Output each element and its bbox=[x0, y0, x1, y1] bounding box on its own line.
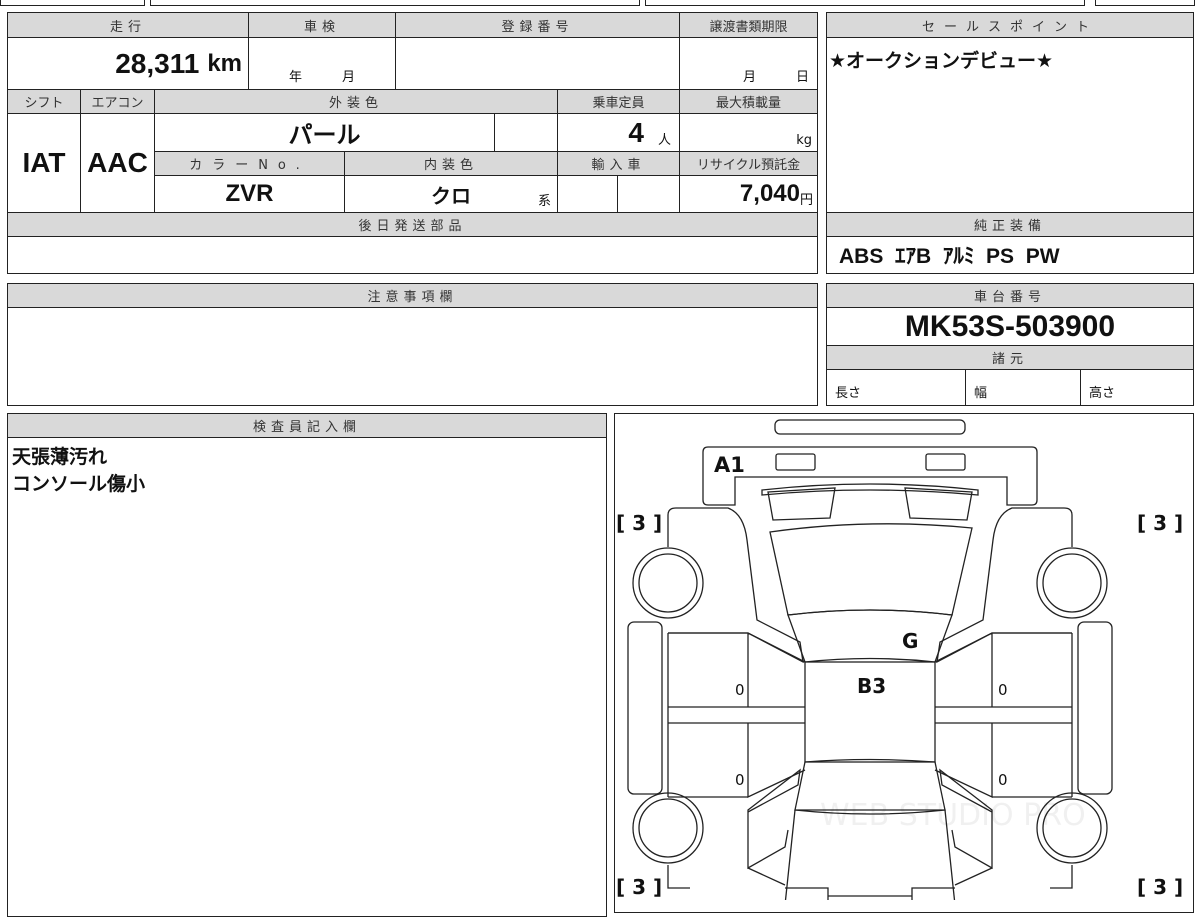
mark-door-fr: 0 bbox=[998, 681, 1008, 699]
chassis-label: 車台番号 bbox=[826, 283, 1194, 308]
tire-rr: [ 3 ] bbox=[1137, 875, 1183, 899]
interior-color-unit: 系 bbox=[537, 194, 551, 209]
recycle-number: 7,040 bbox=[739, 180, 800, 207]
transfer-deadline-label: 譲渡書類期限 bbox=[679, 12, 818, 38]
top-strip-cell bbox=[0, 0, 145, 6]
specs-label: 諸元 bbox=[826, 345, 1194, 370]
tire-rl: [ 3 ] bbox=[616, 875, 662, 899]
imported-value-a bbox=[557, 175, 618, 213]
recycle-value: 7,040 円 bbox=[679, 175, 818, 213]
spec-width: 幅 bbox=[965, 369, 1081, 406]
shift-value: IAT bbox=[7, 113, 81, 213]
sales-point-label: セールスポイント bbox=[826, 12, 1194, 38]
cowl-shape bbox=[761, 483, 979, 496]
headlight-right bbox=[925, 453, 966, 471]
color-no-value: ZVR bbox=[154, 175, 345, 213]
mark-roof-front: G bbox=[902, 629, 918, 653]
capacity-number: 4 bbox=[628, 116, 644, 148]
aircon-label: エアコン bbox=[80, 89, 155, 114]
roof-front-shape bbox=[787, 609, 953, 663]
car-diagram-svg: A1 G B3 0 0 0 0 [ 3 ] [ 3 ] [ 3 ] [ 3 ] … bbox=[616, 419, 1183, 900]
front-panel-shape bbox=[702, 446, 1038, 506]
top-strip-cell bbox=[645, 0, 1085, 6]
mark-door-rl: 0 bbox=[735, 771, 745, 789]
headlight-left bbox=[775, 453, 816, 471]
sales-point-value: ★オークションデビュー★ bbox=[826, 37, 1194, 213]
top-strip-cell bbox=[150, 0, 640, 6]
exterior-color-label: 外装色 bbox=[154, 89, 558, 114]
mark-front-bumper: A1 bbox=[714, 453, 745, 477]
exterior-color-value: パール bbox=[154, 113, 495, 152]
imported-value-b bbox=[617, 175, 680, 213]
mileage-unit: km bbox=[207, 49, 242, 77]
hood-shape bbox=[769, 523, 973, 616]
color-no-label: カラーNo. bbox=[154, 151, 345, 176]
recycle-unit: 円 bbox=[799, 193, 813, 208]
mark-door-rr: 0 bbox=[998, 771, 1008, 789]
watermark: WEB STUDIO PRO bbox=[820, 798, 1086, 833]
month-unit: 月 bbox=[342, 70, 356, 85]
year-unit: 年 bbox=[288, 70, 302, 85]
shift-label: シフト bbox=[7, 89, 81, 114]
capacity-unit: 人 bbox=[657, 133, 671, 148]
equipment-value: ABS ｴｱB ｱﾙﾐ PS PW bbox=[826, 236, 1194, 274]
interior-color-text: クロ bbox=[431, 185, 471, 208]
inspector-note-line: コンソール傷小 bbox=[12, 473, 146, 495]
damage-diagram: A1 G B3 0 0 0 0 [ 3 ] [ 3 ] [ 3 ] [ 3 ] … bbox=[614, 413, 1194, 913]
mileage-label: 走行 bbox=[7, 12, 249, 38]
later-parts-label: 後日発送部品 bbox=[7, 212, 818, 237]
max-load-label: 最大積載量 bbox=[679, 89, 818, 114]
day-unit: 日 bbox=[795, 70, 809, 85]
month-unit: 月 bbox=[742, 70, 756, 85]
spec-length: 長さ bbox=[826, 369, 966, 406]
registration-label: 登録番号 bbox=[395, 12, 680, 38]
max-load-unit: kg bbox=[796, 133, 812, 148]
registration-value bbox=[395, 37, 680, 90]
inspection-value: 年 月 bbox=[248, 37, 396, 90]
inspector-notes: 天張薄汚れ コンソール傷小 bbox=[7, 437, 607, 917]
mileage-number: 28,311 bbox=[115, 47, 200, 79]
chassis-value: MK53S-503900 bbox=[826, 307, 1194, 346]
recycle-label: リサイクル預託金 bbox=[679, 151, 818, 176]
capacity-value: 4 人 bbox=[557, 113, 680, 152]
transfer-deadline-value: 月 日 bbox=[679, 37, 818, 90]
aircon-value: AAC bbox=[80, 113, 155, 213]
inspector-note-line: 天張薄汚れ bbox=[12, 446, 108, 468]
top-strip-cell bbox=[1095, 0, 1195, 6]
max-load-value: kg bbox=[679, 113, 818, 152]
inspector-label: 検査員記入欄 bbox=[7, 413, 607, 438]
mark-door-fl: 0 bbox=[735, 681, 745, 699]
capacity-label: 乗車定員 bbox=[557, 89, 680, 114]
mark-roof: B3 bbox=[857, 674, 886, 698]
tire-fr: [ 3 ] bbox=[1137, 511, 1183, 535]
imported-label: 輸入車 bbox=[557, 151, 680, 176]
later-parts-value bbox=[7, 236, 818, 274]
tire-fl: [ 3 ] bbox=[616, 511, 662, 535]
exterior-color-extra bbox=[494, 113, 558, 152]
mileage-value: 28,311 km bbox=[7, 37, 249, 90]
equipment-label: 純正装備 bbox=[826, 212, 1194, 237]
interior-color-value: クロ 系 bbox=[344, 175, 558, 213]
spec-height: 高さ bbox=[1080, 369, 1194, 406]
notes-value bbox=[7, 307, 818, 406]
inspection-label: 車検 bbox=[248, 12, 396, 38]
rear-bumper-shape bbox=[785, 887, 955, 900]
interior-color-label: 内装色 bbox=[344, 151, 558, 176]
notes-label: 注意事項欄 bbox=[7, 283, 818, 308]
front-bumper-shape bbox=[774, 419, 966, 435]
